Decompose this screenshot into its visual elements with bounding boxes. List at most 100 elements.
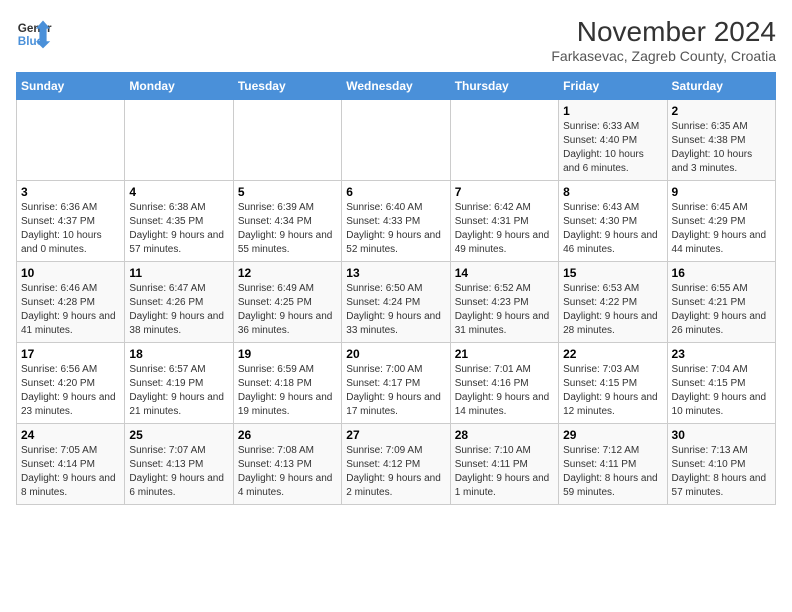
- calendar-cell: 20 Sunrise: 7:00 AM Sunset: 4:17 PM Dayli…: [342, 343, 450, 424]
- calendar-cell: 3Sunrise: 6:36 AM Sunset: 4:37 PM Daylig…: [17, 181, 125, 262]
- page-subtitle: Farkasevac, Zagreb County, Croatia: [551, 48, 776, 64]
- day-number: 11: [129, 266, 228, 280]
- day-info: Sunrise: 6:35 AM Sunset: 4:38 PM Dayligh…: [672, 120, 771, 176]
- calendar-cell: [17, 100, 125, 181]
- day-info: Sunrise: 7:09 AM Sunset: 4:12 PM Dayligh…: [346, 444, 445, 500]
- calendar-cell: 25Sunrise: 7:07 AM Sunset: 4:13 PM Dayli…: [125, 424, 233, 505]
- day-number: 2: [672, 104, 771, 118]
- calendar-cell: 7Sunrise: 6:42 AM Sunset: 4:31 PM Daylig…: [450, 181, 558, 262]
- page-header: General Blue November 2024 Farkasevac, Z…: [16, 16, 776, 64]
- logo: General Blue: [16, 16, 52, 52]
- col-header-thursday: Thursday: [450, 73, 558, 100]
- calendar-cell: 2 Sunrise: 6:35 AM Sunset: 4:38 PM Daylig…: [667, 100, 775, 181]
- day-info: Sunrise: 6:42 AM Sunset: 4:31 PM Dayligh…: [455, 201, 554, 257]
- day-number: 1: [563, 104, 662, 118]
- calendar-cell: 17 Sunrise: 6:56 AM Sunset: 4:20 PM Dayli…: [17, 343, 125, 424]
- day-info: Sunrise: 7:12 AM Sunset: 4:11 PM Dayligh…: [563, 444, 662, 500]
- calendar-cell: [233, 100, 341, 181]
- day-number: 4: [129, 185, 228, 199]
- calendar-cell: 27Sunrise: 7:09 AM Sunset: 4:12 PM Dayli…: [342, 424, 450, 505]
- calendar-week-3: 17 Sunrise: 6:56 AM Sunset: 4:20 PM Dayli…: [17, 343, 776, 424]
- day-info: Sunrise: 6:46 AM Sunset: 4:28 PM Dayligh…: [21, 282, 120, 338]
- day-info: Sunrise: 6:55 AM Sunset: 4:21 PM Dayligh…: [672, 282, 771, 338]
- calendar-cell: 28 Sunrise: 7:10 AM Sunset: 4:11 PM Dayli…: [450, 424, 558, 505]
- col-header-monday: Monday: [125, 73, 233, 100]
- calendar-cell: 21 Sunrise: 7:01 AM Sunset: 4:16 PM Dayli…: [450, 343, 558, 424]
- calendar-cell: 26Sunrise: 7:08 AM Sunset: 4:13 PM Dayli…: [233, 424, 341, 505]
- day-info: Sunrise: 6:40 AM Sunset: 4:33 PM Dayligh…: [346, 201, 445, 257]
- col-header-friday: Friday: [559, 73, 667, 100]
- day-number: 23: [672, 347, 771, 361]
- calendar-cell: 9 Sunrise: 6:45 AM Sunset: 4:29 PM Daylig…: [667, 181, 775, 262]
- day-number: 19: [238, 347, 337, 361]
- day-number: 18: [129, 347, 228, 361]
- calendar-cell: [342, 100, 450, 181]
- day-info: Sunrise: 6:38 AM Sunset: 4:35 PM Dayligh…: [129, 201, 228, 257]
- day-info: Sunrise: 6:56 AM Sunset: 4:20 PM Dayligh…: [21, 363, 120, 419]
- day-info: Sunrise: 6:43 AM Sunset: 4:30 PM Dayligh…: [563, 201, 662, 257]
- col-header-saturday: Saturday: [667, 73, 775, 100]
- day-info: Sunrise: 7:05 AM Sunset: 4:14 PM Dayligh…: [21, 444, 120, 500]
- day-number: 17: [21, 347, 120, 361]
- day-number: 24: [21, 428, 120, 442]
- day-number: 28: [455, 428, 554, 442]
- day-info: Sunrise: 7:04 AM Sunset: 4:15 PM Dayligh…: [672, 363, 771, 419]
- svg-text:General: General: [18, 22, 52, 35]
- calendar-week-1: 3Sunrise: 6:36 AM Sunset: 4:37 PM Daylig…: [17, 181, 776, 262]
- day-number: 9: [672, 185, 771, 199]
- calendar-cell: 8 Sunrise: 6:43 AM Sunset: 4:30 PM Daylig…: [559, 181, 667, 262]
- day-info: Sunrise: 6:59 AM Sunset: 4:18 PM Dayligh…: [238, 363, 337, 419]
- day-info: Sunrise: 6:57 AM Sunset: 4:19 PM Dayligh…: [129, 363, 228, 419]
- calendar-cell: 15 Sunrise: 6:53 AM Sunset: 4:22 PM Dayli…: [559, 262, 667, 343]
- day-number: 6: [346, 185, 445, 199]
- day-info: Sunrise: 6:47 AM Sunset: 4:26 PM Dayligh…: [129, 282, 228, 338]
- day-info: Sunrise: 7:01 AM Sunset: 4:16 PM Dayligh…: [455, 363, 554, 419]
- day-number: 16: [672, 266, 771, 280]
- calendar-cell: 10 Sunrise: 6:46 AM Sunset: 4:28 PM Dayli…: [17, 262, 125, 343]
- day-info: Sunrise: 7:13 AM Sunset: 4:10 PM Dayligh…: [672, 444, 771, 500]
- calendar-header-row: SundayMondayTuesdayWednesdayThursdayFrid…: [17, 73, 776, 100]
- calendar-cell: 14 Sunrise: 6:52 AM Sunset: 4:23 PM Dayli…: [450, 262, 558, 343]
- day-number: 20: [346, 347, 445, 361]
- day-info: Sunrise: 7:08 AM Sunset: 4:13 PM Dayligh…: [238, 444, 337, 500]
- logo-icon: General Blue: [16, 16, 52, 52]
- day-number: 21: [455, 347, 554, 361]
- day-info: Sunrise: 7:10 AM Sunset: 4:11 PM Dayligh…: [455, 444, 554, 500]
- day-info: Sunrise: 6:52 AM Sunset: 4:23 PM Dayligh…: [455, 282, 554, 338]
- day-info: Sunrise: 7:00 AM Sunset: 4:17 PM Dayligh…: [346, 363, 445, 419]
- day-info: Sunrise: 6:53 AM Sunset: 4:22 PM Dayligh…: [563, 282, 662, 338]
- day-number: 22: [563, 347, 662, 361]
- calendar-cell: [450, 100, 558, 181]
- day-number: 8: [563, 185, 662, 199]
- calendar-cell: 6 Sunrise: 6:40 AM Sunset: 4:33 PM Daylig…: [342, 181, 450, 262]
- calendar-cell: 12Sunrise: 6:49 AM Sunset: 4:25 PM Dayli…: [233, 262, 341, 343]
- day-number: 29: [563, 428, 662, 442]
- title-block: November 2024 Farkasevac, Zagreb County,…: [551, 16, 776, 64]
- day-number: 5: [238, 185, 337, 199]
- calendar-cell: 18 Sunrise: 6:57 AM Sunset: 4:19 PM Dayli…: [125, 343, 233, 424]
- day-number: 12: [238, 266, 337, 280]
- calendar-cell: 5 Sunrise: 6:39 AM Sunset: 4:34 PM Daylig…: [233, 181, 341, 262]
- day-number: 15: [563, 266, 662, 280]
- calendar-cell: 29 Sunrise: 7:12 AM Sunset: 4:11 PM Dayli…: [559, 424, 667, 505]
- calendar-week-2: 10 Sunrise: 6:46 AM Sunset: 4:28 PM Dayli…: [17, 262, 776, 343]
- calendar-cell: 1Sunrise: 6:33 AM Sunset: 4:40 PM Daylig…: [559, 100, 667, 181]
- day-number: 14: [455, 266, 554, 280]
- col-header-tuesday: Tuesday: [233, 73, 341, 100]
- calendar-cell: 4 Sunrise: 6:38 AM Sunset: 4:35 PM Daylig…: [125, 181, 233, 262]
- calendar-cell: 22Sunrise: 7:03 AM Sunset: 4:15 PM Dayli…: [559, 343, 667, 424]
- day-info: Sunrise: 7:07 AM Sunset: 4:13 PM Dayligh…: [129, 444, 228, 500]
- day-info: Sunrise: 6:39 AM Sunset: 4:34 PM Dayligh…: [238, 201, 337, 257]
- calendar-cell: 19 Sunrise: 6:59 AM Sunset: 4:18 PM Dayli…: [233, 343, 341, 424]
- col-header-wednesday: Wednesday: [342, 73, 450, 100]
- day-number: 13: [346, 266, 445, 280]
- day-number: 30: [672, 428, 771, 442]
- calendar-cell: 24 Sunrise: 7:05 AM Sunset: 4:14 PM Dayli…: [17, 424, 125, 505]
- day-number: 3: [21, 185, 120, 199]
- col-header-sunday: Sunday: [17, 73, 125, 100]
- day-info: Sunrise: 6:45 AM Sunset: 4:29 PM Dayligh…: [672, 201, 771, 257]
- calendar-cell: 30 Sunrise: 7:13 AM Sunset: 4:10 PM Dayli…: [667, 424, 775, 505]
- day-number: 10: [21, 266, 120, 280]
- calendar-cell: 13Sunrise: 6:50 AM Sunset: 4:24 PM Dayli…: [342, 262, 450, 343]
- calendar-week-4: 24 Sunrise: 7:05 AM Sunset: 4:14 PM Dayli…: [17, 424, 776, 505]
